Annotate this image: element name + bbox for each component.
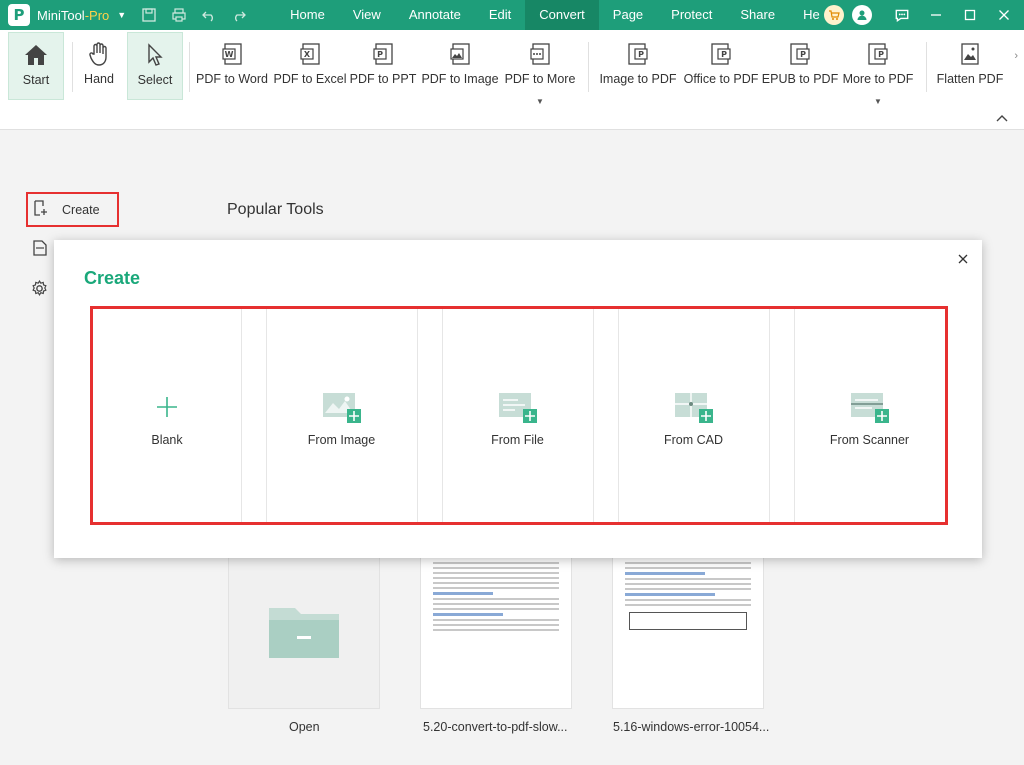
recent-file-card[interactable] xyxy=(420,554,572,709)
select-button[interactable]: Select xyxy=(127,32,183,100)
undo-icon[interactable] xyxy=(202,8,216,22)
pdf-to-image-button[interactable]: PDF to Image xyxy=(420,32,500,100)
cursor-icon xyxy=(146,41,164,69)
svg-text:P: P xyxy=(878,50,884,59)
print-icon[interactable] xyxy=(172,8,186,22)
chevron-down-icon: ▼ xyxy=(874,97,882,106)
menu-convert[interactable]: Convert xyxy=(525,0,599,30)
pdf-to-ppt-icon: P xyxy=(371,40,395,68)
office-to-pdf-icon: P xyxy=(709,40,733,68)
create-from-scanner-tile[interactable]: From Scanner xyxy=(794,309,945,522)
svg-text:P: P xyxy=(638,50,644,59)
chevron-right-icon[interactable]: › xyxy=(1014,50,1018,62)
svg-text:P: P xyxy=(377,50,383,59)
pdf-to-image-icon xyxy=(448,40,472,68)
folder-icon xyxy=(267,600,341,663)
image-to-pdf-button[interactable]: P Image to PDF xyxy=(598,32,678,100)
pdf-to-word-button[interactable]: W PDF to Word xyxy=(194,32,270,100)
epub-to-pdf-button[interactable]: P EPUB to PDF xyxy=(762,32,838,100)
flatten-pdf-icon xyxy=(958,40,982,68)
cart-icon[interactable] xyxy=(824,5,844,25)
file-plus-icon xyxy=(498,389,538,425)
redo-icon[interactable] xyxy=(232,8,247,22)
pdf-to-more-button[interactable]: PDF to More ▼ xyxy=(503,32,577,106)
dialog-title: Create xyxy=(84,268,141,288)
pdf-to-more-icon xyxy=(528,40,552,68)
home-icon xyxy=(24,41,48,69)
menu-share[interactable]: Share xyxy=(726,0,789,30)
title-bar: P MiniTool-Pro ▼ Home View Annotate Edit… xyxy=(0,0,1024,30)
main-menu: Home View Annotate Edit Convert Page Pro… xyxy=(276,0,834,30)
scanner-plus-icon xyxy=(850,389,890,425)
create-options: Blank From Image From File From CAD From xyxy=(90,306,948,525)
menu-page[interactable]: Page xyxy=(599,0,657,30)
ribbon-toolbar: Start Hand Select W PDF to Word X PDF to… xyxy=(0,30,1024,130)
menu-annotate[interactable]: Annotate xyxy=(395,0,475,30)
pdf-to-excel-button[interactable]: X PDF to Excel xyxy=(273,32,347,100)
user-avatar-icon[interactable] xyxy=(852,5,872,25)
menu-edit[interactable]: Edit xyxy=(475,0,525,30)
recent-file-label: Open xyxy=(289,720,320,734)
create-from-file-tile[interactable]: From File xyxy=(442,309,593,522)
recent-file-card[interactable] xyxy=(612,554,764,709)
image-to-pdf-icon: P xyxy=(626,40,650,68)
menu-protect[interactable]: Protect xyxy=(657,0,726,30)
more-to-pdf-button[interactable]: P More to PDF ▼ xyxy=(840,32,916,106)
epub-to-pdf-icon: P xyxy=(788,40,812,68)
start-button[interactable]: Start xyxy=(8,32,64,100)
app-logo: P xyxy=(8,4,30,26)
title-dropdown-icon[interactable]: ▼ xyxy=(117,10,126,20)
menu-view[interactable]: View xyxy=(339,0,395,30)
create-blank-tile[interactable]: Blank xyxy=(93,309,241,522)
menu-home[interactable]: Home xyxy=(276,0,339,30)
app-name: MiniTool-Pro xyxy=(37,7,110,23)
hand-button[interactable]: Hand xyxy=(74,32,124,100)
pdf-to-ppt-button[interactable]: P PDF to PPT xyxy=(350,32,416,100)
pdf-to-word-icon: W xyxy=(220,40,244,68)
sidebar-item-create[interactable]: Create xyxy=(26,192,119,227)
svg-text:X: X xyxy=(304,50,311,59)
maximize-icon[interactable] xyxy=(954,0,986,30)
create-icon xyxy=(32,200,48,219)
close-icon[interactable] xyxy=(956,252,970,266)
gear-icon xyxy=(31,279,48,300)
image-plus-icon xyxy=(322,389,362,425)
svg-text:P: P xyxy=(800,50,806,59)
create-from-cad-tile[interactable]: From CAD xyxy=(618,309,769,522)
sidebar-item-files[interactable] xyxy=(32,240,48,259)
more-to-pdf-icon: P xyxy=(866,40,890,68)
save-icon[interactable] xyxy=(142,8,156,22)
feedback-icon[interactable] xyxy=(886,0,918,30)
sidebar-item-settings[interactable] xyxy=(31,279,48,300)
cad-plus-icon xyxy=(674,389,714,425)
recent-file-label: 5.16-windows-error-10054... xyxy=(613,720,770,734)
collapse-ribbon-icon[interactable] xyxy=(996,114,1008,125)
chevron-down-icon: ▼ xyxy=(536,97,544,106)
flatten-pdf-button[interactable]: Flatten PDF xyxy=(934,32,1006,100)
svg-text:W: W xyxy=(225,50,234,59)
table-thumbnail xyxy=(629,612,747,630)
open-file-card[interactable] xyxy=(228,554,380,709)
file-icon xyxy=(32,240,48,259)
recent-file-label: 5.20-convert-to-pdf-slow... xyxy=(423,720,568,734)
pdf-to-excel-icon: X xyxy=(298,40,322,68)
office-to-pdf-button[interactable]: P Office to PDF xyxy=(682,32,760,100)
create-from-image-tile[interactable]: From Image xyxy=(266,309,417,522)
hand-icon xyxy=(88,40,110,68)
popular-tools-heading: Popular Tools xyxy=(227,201,324,218)
create-dialog: Create Blank From Image From File From C… xyxy=(54,240,982,558)
close-window-icon[interactable] xyxy=(988,0,1020,30)
minimize-icon[interactable] xyxy=(920,0,952,30)
svg-text:P: P xyxy=(721,50,727,59)
plus-icon xyxy=(155,389,179,425)
